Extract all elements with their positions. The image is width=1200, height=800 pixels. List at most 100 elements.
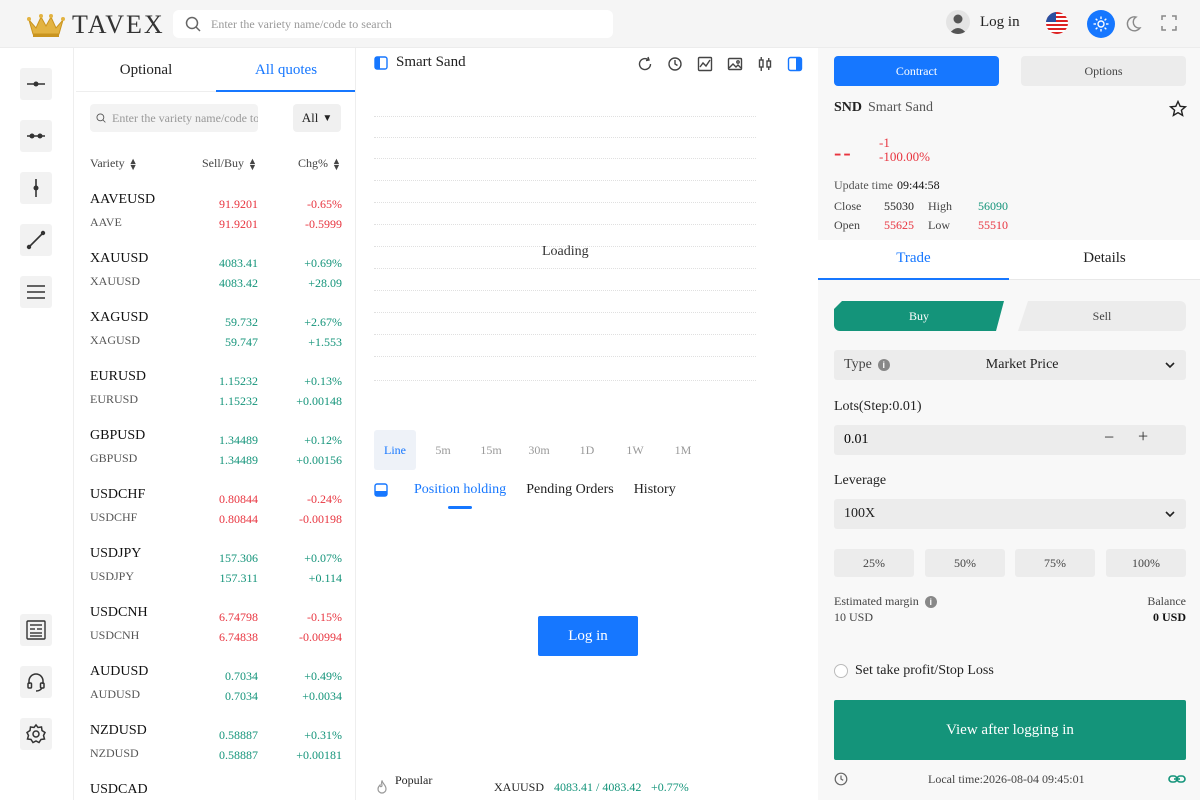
quote-row[interactable]: EURUSD EURUSD 1.15232 1.15232 +0.13% +0.00148 [76, 365, 355, 424]
lots-input[interactable] [844, 432, 1084, 448]
moon-icon[interactable] [1122, 12, 1144, 36]
chart-symbol-name: Smart Sand [396, 54, 466, 70]
panel-collapse-icon[interactable] [374, 483, 388, 497]
period-1d[interactable]: 1D [566, 430, 608, 470]
column-variety[interactable]: Variety ▲ ▼ [90, 156, 138, 171]
quote-row[interactable]: USDJPY USDJPY 157.306 157.311 +0.07% +0.114 [76, 542, 355, 601]
quotes-search-input[interactable] [112, 110, 258, 126]
local-time: Local time:2026-08-04 09:45:01 [928, 772, 1085, 786]
period-line[interactable]: Line [374, 430, 416, 470]
period-1m[interactable]: 1M [662, 430, 704, 470]
light-theme-button[interactable] [1087, 10, 1115, 38]
indicator-icon[interactable] [696, 55, 713, 72]
top-header: TAVEX Log in [0, 0, 1200, 48]
refresh-icon[interactable] [636, 55, 653, 72]
tab-details[interactable]: Details [1009, 240, 1200, 280]
parallel-lines-tool[interactable] [20, 276, 52, 308]
horizontal-line-tool[interactable] [20, 68, 52, 100]
vertical-line-tool[interactable] [20, 172, 52, 204]
tab-trade[interactable]: Trade [818, 240, 1009, 280]
screenshot-icon[interactable] [726, 55, 743, 72]
quote-buy-price: 1.15232 [219, 394, 258, 408]
side-panel-icon[interactable] [786, 55, 803, 72]
quotes-filter-select[interactable]: All ▼ [293, 104, 341, 132]
horizontal-line-icon [27, 81, 45, 87]
chevron-down-icon [1165, 362, 1175, 369]
tab-pending-orders[interactable]: Pending Orders [526, 482, 614, 498]
sell-button[interactable]: Sell [1018, 301, 1186, 331]
update-time-value: 09:44:58 [896, 178, 940, 192]
quote-row[interactable]: XAGUSD XAGUSD 59.732 59.747 +2.67% +1.553 [76, 306, 355, 365]
info-icon[interactable]: i [924, 596, 937, 609]
percent-75-button[interactable]: 75% [1015, 549, 1095, 577]
quote-sub-name: XAGUSD [90, 333, 141, 347]
global-search[interactable] [173, 10, 613, 38]
lots-increment-button[interactable]: + [1138, 426, 1148, 447]
view-after-login-button[interactable]: View after logging in [834, 700, 1186, 760]
sort-icon: ▲ ▼ [128, 155, 138, 172]
favorite-star-icon[interactable] [1168, 99, 1188, 118]
quote-row[interactable]: AUDUSD AUDUSD 0.7034 0.7034 +0.49% +0.0034 [76, 660, 355, 719]
panel-toggle-icon[interactable] [374, 55, 388, 70]
leverage-select[interactable]: 100X [834, 499, 1186, 529]
quote-row[interactable]: USDCHF USDCHF 0.80844 0.80844 -0.24% -0.00198 [76, 483, 355, 542]
popular-symbol[interactable]: XAUUSD [494, 780, 544, 795]
tp-sl-toggle[interactable]: Set take profit/Stop Loss [834, 663, 994, 679]
news-icon [26, 620, 46, 640]
support-button[interactable] [20, 666, 52, 698]
quote-row[interactable]: XAUUSD XAUUSD 4083.41 4083.42 +0.69% +28.09 [76, 247, 355, 306]
grid-line [374, 202, 756, 203]
lots-decrement-button[interactable]: − [1104, 427, 1114, 448]
percent-25-button[interactable]: 25% [834, 549, 914, 577]
quote-sell-price: 6.74798 [219, 610, 258, 624]
link-icon[interactable] [1168, 772, 1186, 786]
last-price: -- [834, 140, 853, 165]
symbol-code: SND [834, 100, 863, 115]
quotes-search[interactable] [90, 104, 258, 132]
percent-50-button[interactable]: 50% [925, 549, 1005, 577]
tab-contract[interactable]: Contract [834, 56, 999, 86]
quote-sell-price: 91.9201 [219, 197, 258, 211]
settings-button[interactable] [20, 718, 52, 750]
logo[interactable]: TAVEX [26, 10, 165, 40]
low-label: Low [928, 218, 950, 232]
tab-history[interactable]: History [634, 482, 676, 498]
quote-sell-price: 0.80844 [219, 492, 258, 506]
quote-row[interactable]: USDCAD [76, 778, 355, 800]
order-type-select[interactable]: Type i Market Price [834, 350, 1186, 380]
news-button[interactable] [20, 614, 52, 646]
global-search-input[interactable] [211, 16, 591, 32]
candlestick-icon[interactable] [756, 55, 773, 72]
period-15m[interactable]: 15m [470, 430, 512, 470]
period-1w[interactable]: 1W [614, 430, 656, 470]
quote-row[interactable]: NZDUSD NZDUSD 0.58887 0.58887 +0.31% +0.00181 [76, 719, 355, 778]
percent-100-button[interactable]: 100% [1106, 549, 1186, 577]
tab-position-holding[interactable]: Position holding [414, 482, 506, 509]
header-login[interactable]: Log in [946, 10, 1020, 34]
quote-symbol: USDCHF [90, 487, 146, 502]
column-change[interactable]: Chg% ▲ ▼ [298, 156, 341, 171]
period-5m[interactable]: 5m [422, 430, 464, 470]
chevron-down-icon [1165, 511, 1175, 518]
horizontal-ray-tool[interactable] [20, 120, 52, 152]
tab-optional[interactable]: Optional [76, 48, 216, 92]
column-sell-buy[interactable]: Sell/Buy ▲ ▼ [202, 156, 257, 171]
period-30m[interactable]: 30m [518, 430, 560, 470]
tp-sl-radio[interactable] [834, 664, 848, 678]
buy-button[interactable]: Buy [834, 301, 1004, 331]
quote-row[interactable]: GBPUSD GBPUSD 1.34489 1.34489 +0.12% +0.00156 [76, 424, 355, 483]
info-icon[interactable]: i [877, 359, 890, 371]
quote-sub-name: NZDUSD [90, 746, 139, 760]
quote-buy-price: 91.9201 [219, 217, 258, 231]
tab-options[interactable]: Options [1021, 56, 1186, 86]
fullscreen-icon[interactable] [1160, 14, 1178, 32]
column-change-label: Chg% [298, 156, 328, 170]
trend-line-tool[interactable] [20, 224, 52, 256]
tab-all-quotes[interactable]: All quotes [216, 48, 355, 92]
quote-row[interactable]: USDCNH USDCNH 6.74798 6.74838 -0.15% -0.00994 [76, 601, 355, 660]
clock-icon[interactable] [666, 55, 683, 72]
margin-value: 10 USD [834, 610, 874, 624]
positions-login-button[interactable]: Log in [538, 616, 638, 656]
quote-row[interactable]: AAVEUSD AAVE 91.9201 91.9201 -0.65% -0.5999 [76, 188, 355, 247]
us-flag-icon[interactable] [1046, 12, 1068, 34]
